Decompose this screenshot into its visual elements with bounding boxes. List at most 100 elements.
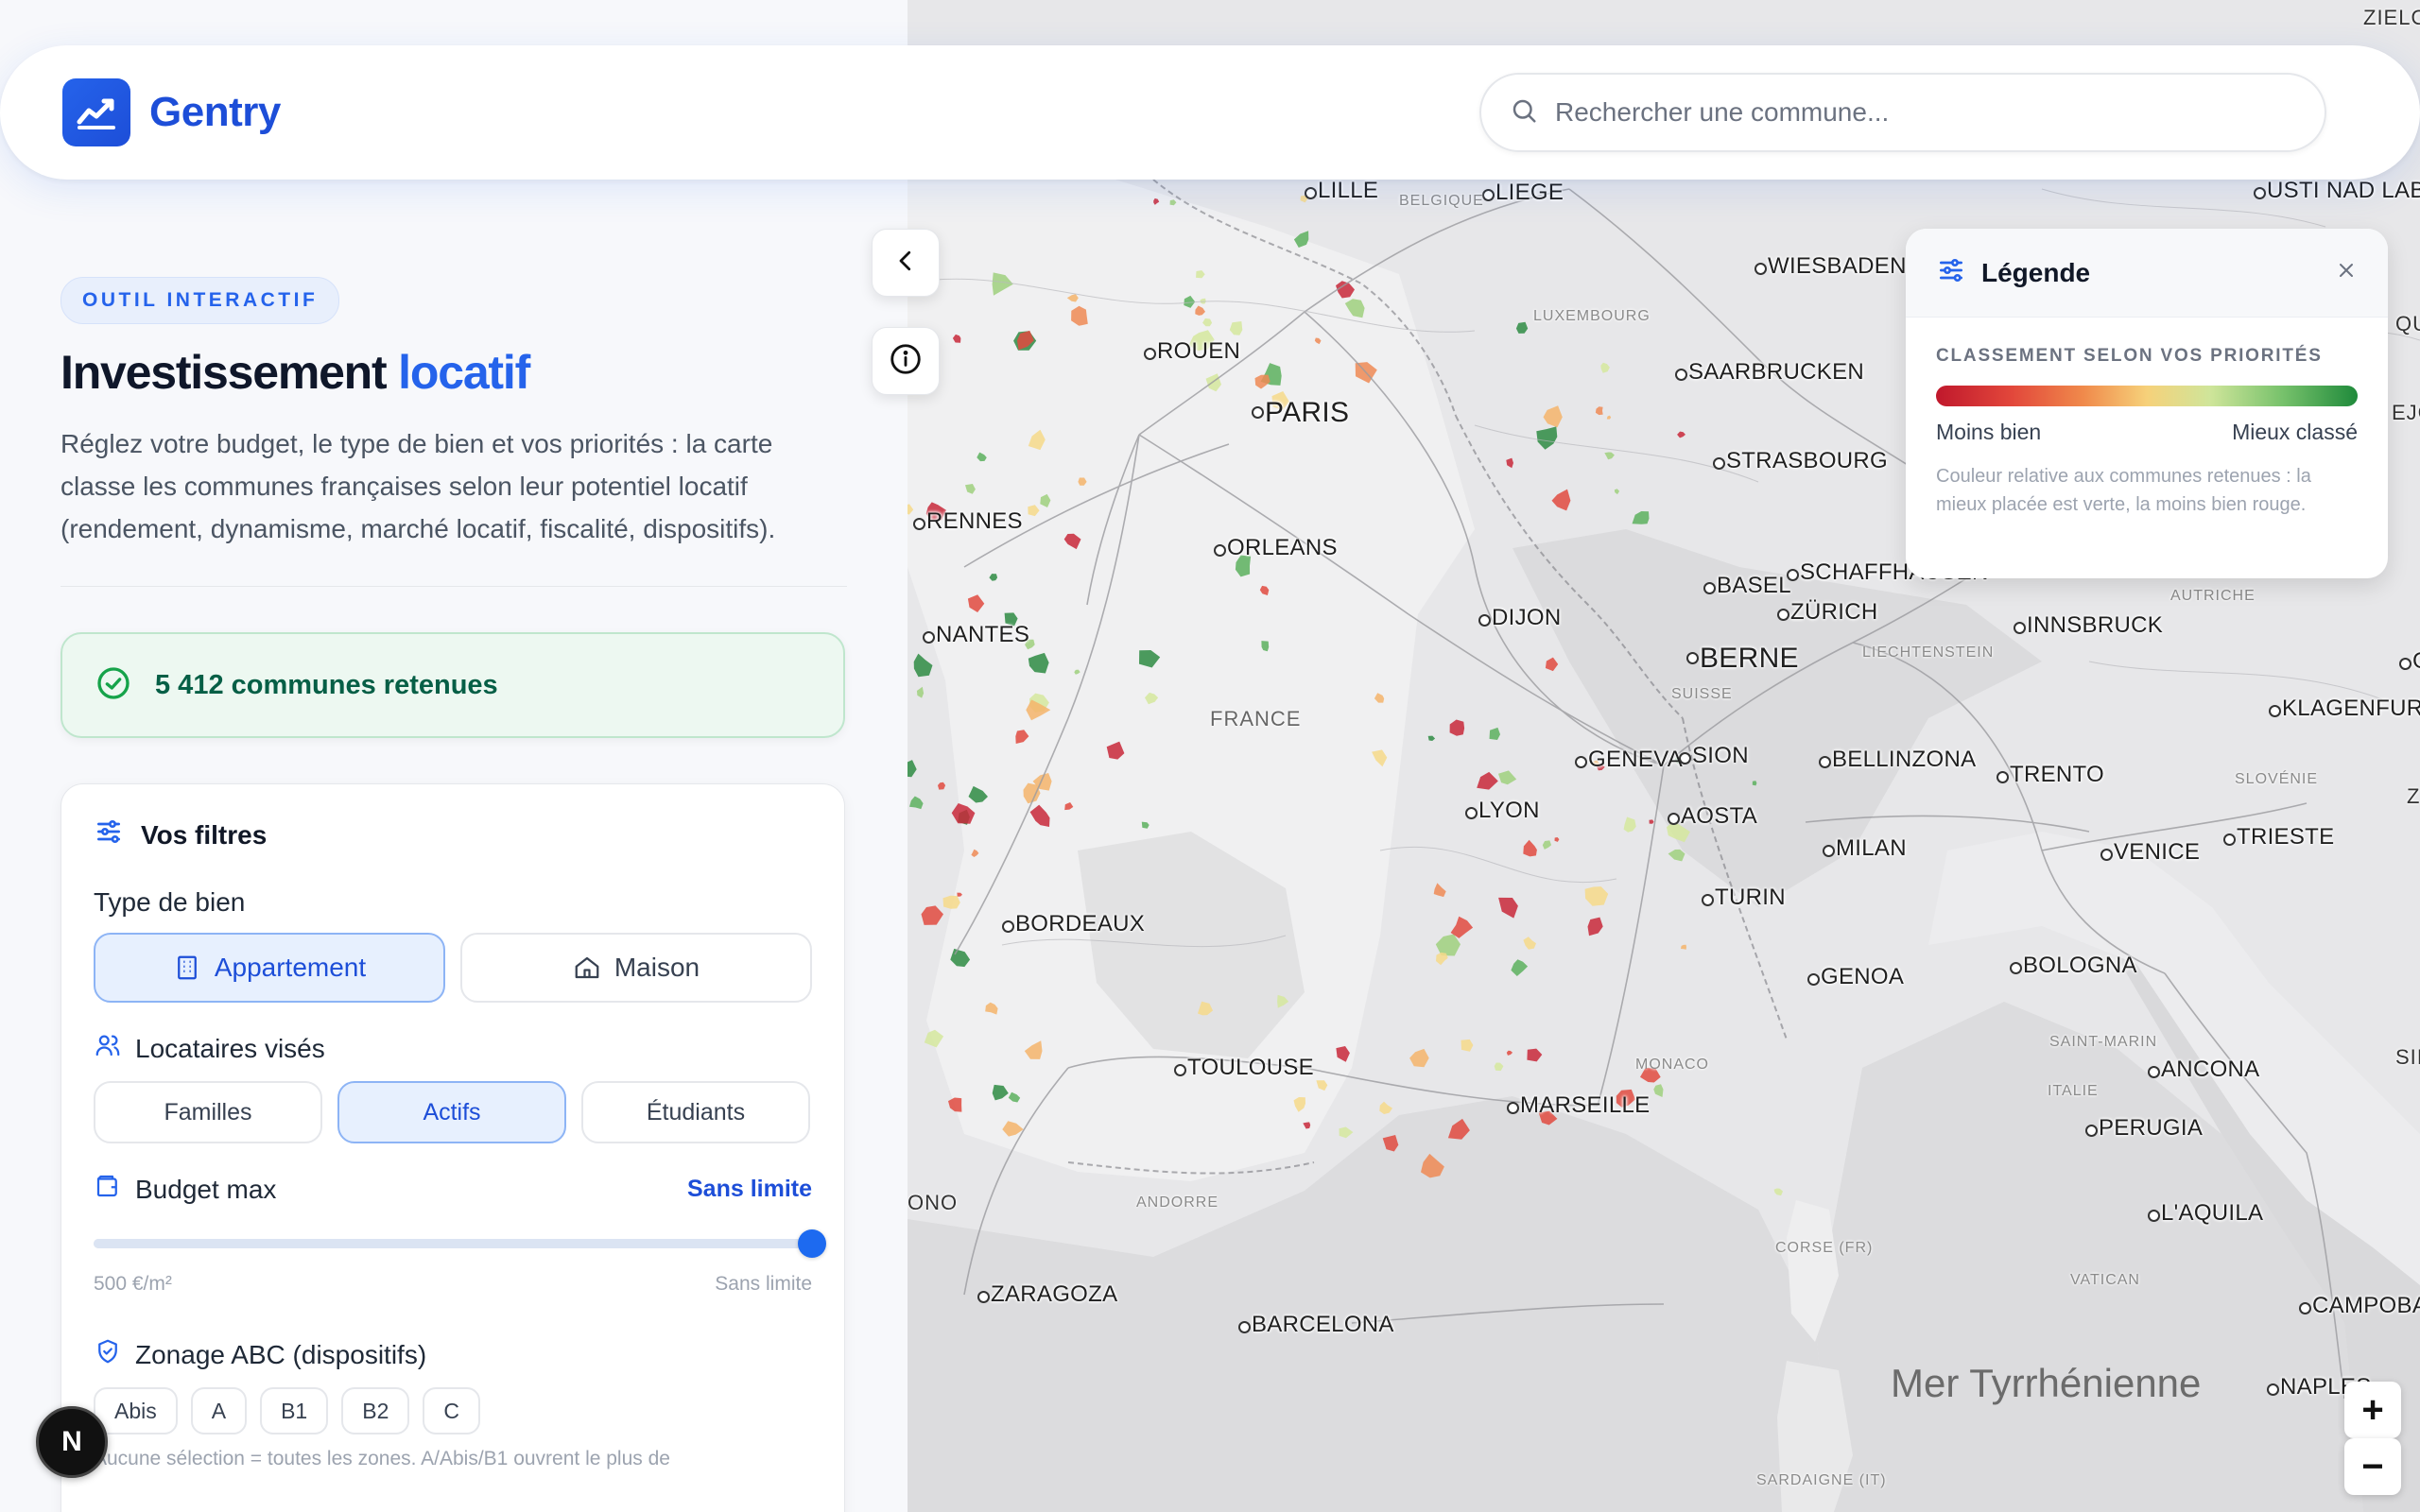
zoom-out-button[interactable]: − [2344, 1438, 2401, 1495]
region-label: LUXEMBOURG [1533, 308, 1651, 324]
users-icon [94, 1031, 122, 1066]
legend-title: Légende [1981, 257, 2091, 287]
property-type-label: Type de bien [94, 887, 246, 917]
city-label: ANCONA [2147, 1057, 2260, 1082]
budget-slider-fill [94, 1239, 812, 1248]
info-icon [888, 341, 924, 382]
search-bar[interactable] [1479, 73, 2326, 152]
city-label: KLAGENFURT [2269, 696, 2420, 722]
tool-tag: OUTIL INTERACTIF [60, 277, 340, 324]
city-label: GENEVA [1574, 747, 1684, 772]
edge-label: SII [2395, 1045, 2420, 1069]
city-label: ORLEANS [1214, 535, 1338, 560]
search-input[interactable] [1555, 97, 2292, 128]
zone-chip-c[interactable]: C [423, 1387, 480, 1435]
zoning-label: Zonage ABC (dispositifs) [135, 1339, 427, 1369]
city-label: ROUEN [1143, 338, 1241, 364]
city-label: INNSBRUCK [2013, 612, 2164, 638]
region-label: AUTRICHE [2170, 588, 2256, 604]
collapse-sidebar-button[interactable] [872, 229, 940, 297]
legend-gradient [1936, 386, 2358, 406]
city-label: PERUGIA [2084, 1115, 2204, 1141]
budget-range-labels: 500 €/m² Sans limite [94, 1273, 812, 1296]
budget-slider-track[interactable] [94, 1229, 826, 1258]
legend-caption: CLASSEMENT SELON VOS PRIORITÉS [1936, 346, 2323, 366]
results-count-badge: 5 412 communes retenues [60, 632, 845, 738]
city-label: BORDEAUX [1001, 911, 1146, 936]
sea-label: Mer Tyrrhénienne [1891, 1361, 2202, 1405]
page-title: Investissement locatif [60, 345, 847, 400]
property-type-label-maison: Maison [614, 953, 700, 982]
zone-chip-abis[interactable]: Abis [94, 1387, 178, 1435]
zoom-in-button[interactable]: + [2344, 1382, 2401, 1438]
city-label: BOLOGNA [2010, 953, 2137, 978]
city-label: SION [1679, 743, 1749, 768]
city-label: TOULOUSE [1174, 1055, 1314, 1080]
city-label: ZARAGOZA [977, 1281, 1118, 1307]
budget-slider[interactable] [94, 1229, 826, 1258]
house-icon [573, 954, 601, 982]
info-button[interactable] [872, 327, 940, 395]
city-label: DIJON [1478, 605, 1562, 630]
close-icon[interactable] [2335, 259, 2358, 286]
city-label: GRAZ [2399, 648, 2420, 675]
city-label: WIESBADEN [1754, 253, 1907, 279]
city-label: STRASBOURG [1712, 448, 1889, 473]
edge-label: ZIELO [2363, 6, 2420, 29]
check-circle-icon [95, 664, 132, 707]
budget-label: Budget max [135, 1174, 277, 1204]
zoning-chips: Abis A B1 B2 C [94, 1387, 812, 1435]
zone-chip-b1[interactable]: B1 [260, 1387, 329, 1435]
legend-ends: Moins bien Mieux classé [1936, 420, 2358, 445]
city-label: BELLINZONA [1818, 747, 1977, 772]
city-label: USTI NAD LABEM [2253, 178, 2420, 204]
city-label: PARIS [1251, 397, 1350, 428]
city-label: RENNES [913, 508, 1023, 534]
zone-chip-a[interactable]: A [190, 1387, 248, 1435]
region-label: FRANCE [1210, 707, 1302, 730]
edge-label: EJC [2392, 401, 2420, 424]
tenant-familles-button[interactable]: Familles [94, 1081, 322, 1143]
tenant-etudiants-button[interactable]: Étudiants [581, 1081, 810, 1143]
region-label: ITALIE [2048, 1083, 2099, 1099]
city-label: MARSEILLE [1506, 1092, 1651, 1118]
choropleth-map[interactable]: LILLE LIEGE USTI NAD LABEM WIESBADEN ROUEN PA… [908, 0, 2420, 1512]
title-accent: locatif [398, 346, 530, 399]
edge-label: QUE [2395, 312, 2420, 335]
search-icon [1510, 96, 1538, 129]
zoning-hint: Aucune sélection = toutes les zones. A/A… [94, 1448, 670, 1469]
budget-value: Sans limite [687, 1176, 812, 1202]
sidebar-panel: OUTIL INTERACTIF Investissement locatif … [0, 180, 908, 1512]
logo-icon[interactable] [62, 78, 130, 146]
budget-max-label: Sans limite [715, 1273, 812, 1295]
city-label: AOSTA [1667, 803, 1758, 829]
property-type-maison-button[interactable]: Maison [460, 933, 812, 1003]
zone-chip-b2[interactable]: B2 [341, 1387, 410, 1435]
region-label: LIECHTENSTEIN [1862, 644, 1995, 661]
wallet-icon [94, 1172, 122, 1207]
tenants-header: Locataires visés [94, 1031, 812, 1066]
region-label: SUISSE [1671, 686, 1733, 702]
brand-name[interactable]: Gentry [149, 89, 281, 136]
tenant-actifs-button[interactable]: Actifs [337, 1081, 566, 1143]
budget-header: Budget max Sans limite [94, 1172, 812, 1207]
city-label: LILLE [1304, 178, 1379, 203]
commune-patch[interactable] [942, 895, 960, 909]
city-label: BARCELONA [1238, 1312, 1394, 1337]
property-type-appartement-button[interactable]: Appartement [94, 933, 445, 1003]
dev-badge[interactable]: N [36, 1406, 108, 1478]
city-label: LIEGE [1481, 180, 1564, 205]
city-label: LYON [1465, 798, 1540, 823]
city-label: TRENTO [1996, 762, 2105, 787]
city-label: NANTES [922, 622, 1030, 647]
city-label: ZÜRICH [1776, 599, 1878, 625]
edge-label: Z [2407, 784, 2420, 808]
region-label: BELGIQUE [1399, 193, 1484, 209]
region-label: ANDORRE [1136, 1194, 1219, 1211]
property-type-group: Appartement Maison [94, 933, 812, 1003]
divider [60, 586, 847, 587]
tenants-label: Locataires visés [135, 1033, 325, 1063]
legend-header: Légende [1906, 229, 2388, 318]
budget-slider-thumb[interactable] [798, 1229, 826, 1258]
city-label: TRIESTE [2222, 824, 2335, 850]
